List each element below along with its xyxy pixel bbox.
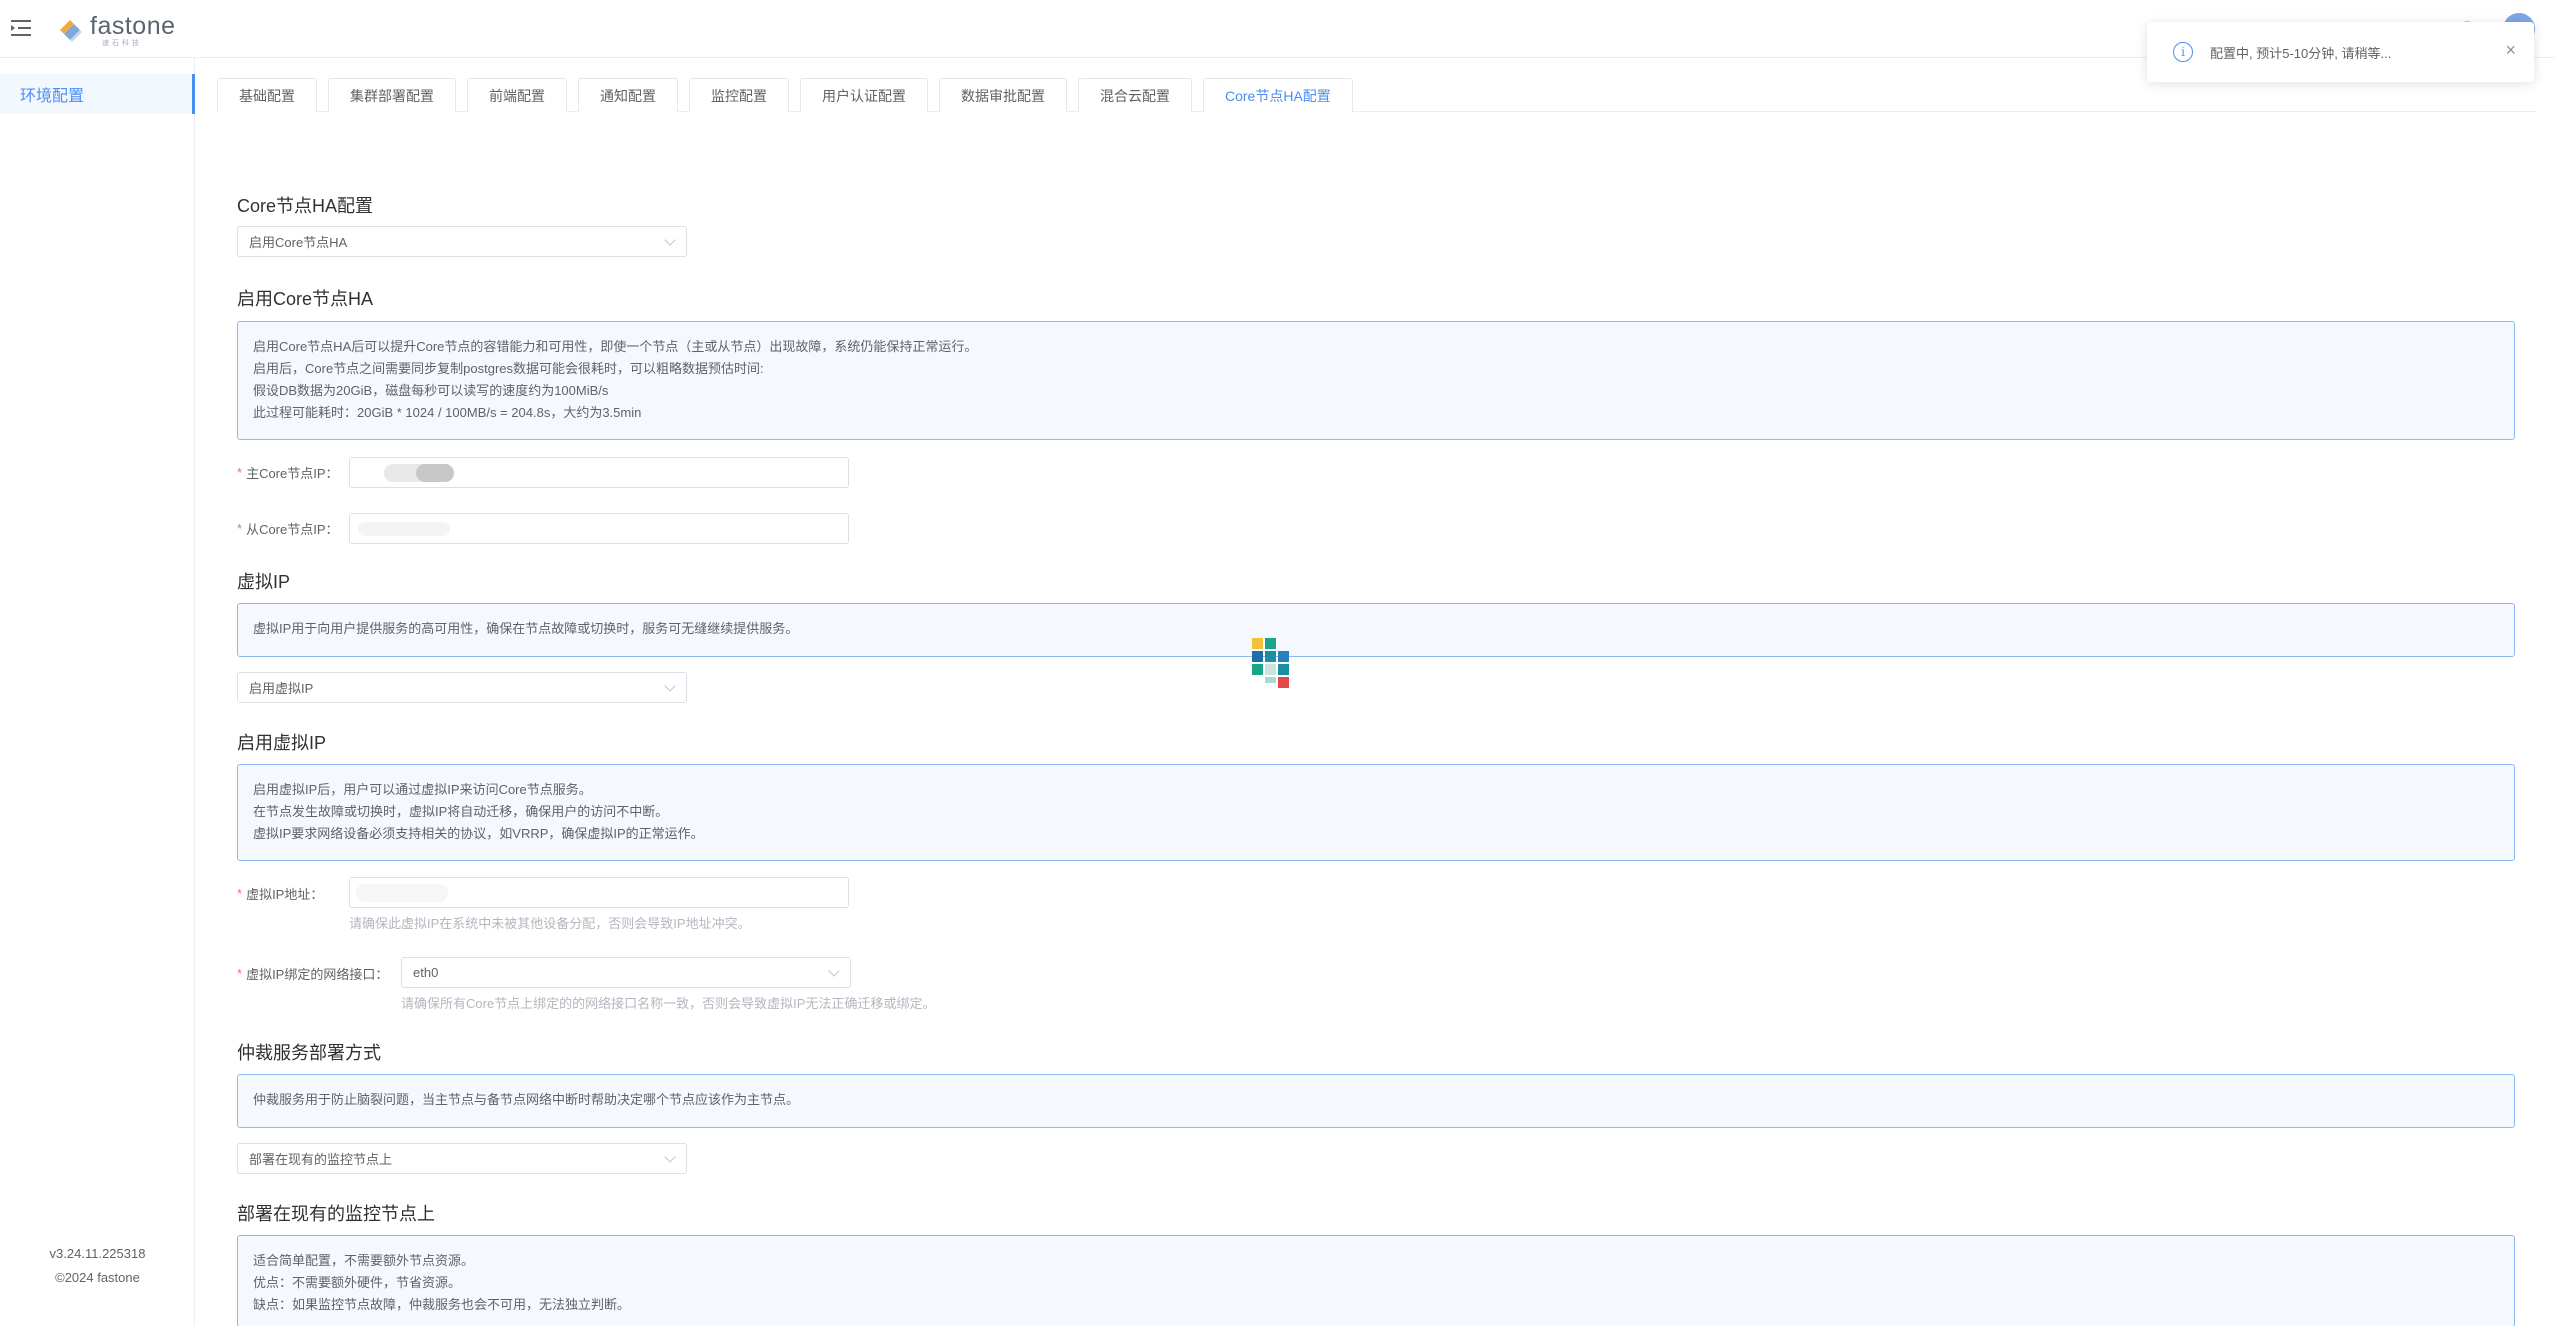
- tab-cluster-deploy[interactable]: 集群部署配置: [328, 78, 456, 112]
- loading-spinner-icon: [1252, 638, 1300, 688]
- redacted-value: [358, 522, 450, 536]
- required-mark: *: [237, 465, 243, 480]
- virtual-ip-select[interactable]: 启用虚拟IP: [237, 672, 687, 703]
- virtual-ip-address-input[interactable]: [349, 877, 849, 908]
- virtual-ip-interface-value: eth0: [413, 965, 439, 980]
- section-title-arbitration-deploy: 部署在现有的监控节点上: [237, 1204, 435, 1224]
- config-tabs: 基础配置 集群部署配置 前端配置 通知配置 监控配置 用户认证配置 数据审批配置…: [217, 78, 2537, 112]
- logo-subtitle: 速石科技: [102, 39, 142, 47]
- required-mark: *: [237, 521, 243, 536]
- info-line: 适合简单配置，不需要额外节点资源。: [253, 1253, 475, 1268]
- chevron-down-icon: [828, 965, 840, 977]
- info-line: 虚拟IP用于向用户提供服务的高可用性，确保在节点故障或切换时，服务可无缝继续提供…: [253, 621, 799, 636]
- section-title-arbitration: 仲裁服务部署方式: [237, 1043, 381, 1063]
- info-line: 在节点发生故障或切换时，虚拟IP将自动迁移，确保用户的访问不中断。: [253, 804, 669, 819]
- virtual-ip-interface-label: * 虚拟IP绑定的网络接口：: [237, 966, 389, 982]
- slave-ip-input[interactable]: [349, 513, 849, 544]
- close-icon[interactable]: ×: [2505, 41, 2516, 59]
- sidebar-item-env-config[interactable]: 环境配置: [0, 74, 195, 114]
- chevron-down-icon: [664, 234, 676, 246]
- master-ip-input[interactable]: [349, 457, 849, 488]
- tab-core-ha[interactable]: Core节点HA配置: [1203, 78, 1353, 112]
- required-mark: *: [237, 966, 243, 981]
- tab-data-approval[interactable]: 数据审批配置: [939, 78, 1067, 112]
- sidebar: 环境配置 v3.24.11.225318 ©2024 fastone: [0, 58, 195, 1326]
- notification-toast: i 配置中, 预计5-10分钟, 请稍等... ×: [2147, 22, 2534, 82]
- tab-basic[interactable]: 基础配置: [217, 78, 317, 112]
- copyright-text: ©2024 fastone: [55, 1270, 140, 1285]
- virtual-ip-select-value: 启用虚拟IP: [249, 681, 314, 696]
- tab-user-auth[interactable]: 用户认证配置: [800, 78, 928, 112]
- info-line: 缺点：如果监控节点故障，仲裁服务也会不可用，无法独立判断。: [253, 1297, 631, 1312]
- section-title-virtual-ip: 虚拟IP: [237, 572, 291, 592]
- slave-ip-label: * 从Core节点IP：: [237, 521, 339, 537]
- sidebar-item-label: 环境配置: [20, 88, 85, 105]
- core-ha-select-value: 启用Core节点HA: [249, 235, 348, 250]
- virtual-ip-interface-hint: 请确保所有Core节点上绑定的的网络接口名称一致，否则会导致虚拟IP无法正确迁移…: [401, 996, 936, 1011]
- core-ha-select[interactable]: 启用Core节点HA: [237, 226, 687, 257]
- tab-monitoring[interactable]: 监控配置: [689, 78, 789, 112]
- toast-message: 配置中, 预计5-10分钟, 请稍等...: [2210, 45, 2392, 61]
- info-line: 虚拟IP要求网络设备必须支持相关的协议，如VRRP，确保虚拟IP的正常运作。: [253, 826, 704, 841]
- tab-frontend[interactable]: 前端配置: [467, 78, 567, 112]
- info-line: 启用后，Core节点之间需要同步复制postgres数据可能会很耗时，可以粗略数…: [253, 361, 764, 376]
- info-line: 启用虚拟IP后，用户可以通过虚拟IP来访问Core节点服务。: [253, 782, 592, 797]
- redacted-value: [416, 464, 454, 482]
- virtual-ip-info-box: 虚拟IP用于向用户提供服务的高可用性，确保在节点故障或切换时，服务可无缝继续提供…: [237, 603, 2515, 657]
- logo-name: fastone: [90, 11, 176, 40]
- info-line: 优点：不需要额外硬件，节省资源。: [253, 1275, 462, 1290]
- virtual-ip-address-label: * 虚拟IP地址：: [237, 886, 324, 902]
- core-ha-info-box: 启用Core节点HA后可以提升Core节点的容错能力和可用性，即使一个节点（主或…: [237, 321, 2515, 440]
- chevron-down-icon: [664, 680, 676, 692]
- logo-mark-icon: [56, 16, 84, 44]
- arbitration-select[interactable]: 部署在现有的监控节点上: [237, 1143, 687, 1174]
- arbitration-deploy-info-box: 适合简单配置，不需要额外节点资源。 优点：不需要额外硬件，节省资源。 缺点：如果…: [237, 1235, 2515, 1326]
- virtual-ip-enabled-info-box: 启用虚拟IP后，用户可以通过虚拟IP来访问Core节点服务。 在节点发生故障或切…: [237, 764, 2515, 861]
- main-content: 基础配置 集群部署配置 前端配置 通知配置 监控配置 用户认证配置 数据审批配置…: [195, 58, 2555, 1326]
- info-line: 假设DB数据为20GiB，磁盘每秒可以读写的速度约为100MiB/s: [253, 383, 609, 398]
- logo[interactable]: fastone 速石科技: [56, 12, 176, 48]
- info-line: 启用Core节点HA后可以提升Core节点的容错能力和可用性，即使一个节点（主或…: [253, 339, 978, 354]
- required-mark: *: [237, 886, 243, 901]
- redacted-value: [356, 884, 448, 902]
- arbitration-select-value: 部署在现有的监控节点上: [249, 1152, 393, 1167]
- info-icon: i: [2173, 42, 2193, 62]
- version-text: v3.24.11.225318: [49, 1246, 146, 1261]
- section-title-virtual-ip-enabled: 启用虚拟IP: [237, 733, 327, 753]
- arbitration-info-box: 仲裁服务用于防止脑裂问题，当主节点与备节点网络中断时帮助决定哪个节点应该作为主节…: [237, 1074, 2515, 1128]
- virtual-ip-interface-select[interactable]: eth0: [401, 957, 851, 988]
- section-title-core-ha-enabled: 启用Core节点HA: [237, 289, 374, 309]
- virtual-ip-address-hint: 请确保此虚拟IP在系统中未被其他设备分配，否则会导致IP地址冲突。: [349, 916, 751, 931]
- master-ip-label: * 主Core节点IP：: [237, 465, 339, 481]
- section-title-core-ha: Core节点HA配置: [237, 196, 374, 216]
- tab-notification[interactable]: 通知配置: [578, 78, 678, 112]
- sidebar-footer: v3.24.11.225318 ©2024 fastone: [0, 1242, 195, 1290]
- info-line: 仲裁服务用于防止脑裂问题，当主节点与备节点网络中断时帮助决定哪个节点应该作为主节…: [253, 1092, 800, 1107]
- menu-toggle-icon[interactable]: [10, 17, 34, 39]
- tab-hybrid-cloud[interactable]: 混合云配置: [1078, 78, 1192, 112]
- info-line: 此过程可能耗时：20GiB * 1024 / 100MB/s = 204.8s，…: [253, 405, 642, 420]
- chevron-down-icon: [664, 1151, 676, 1163]
